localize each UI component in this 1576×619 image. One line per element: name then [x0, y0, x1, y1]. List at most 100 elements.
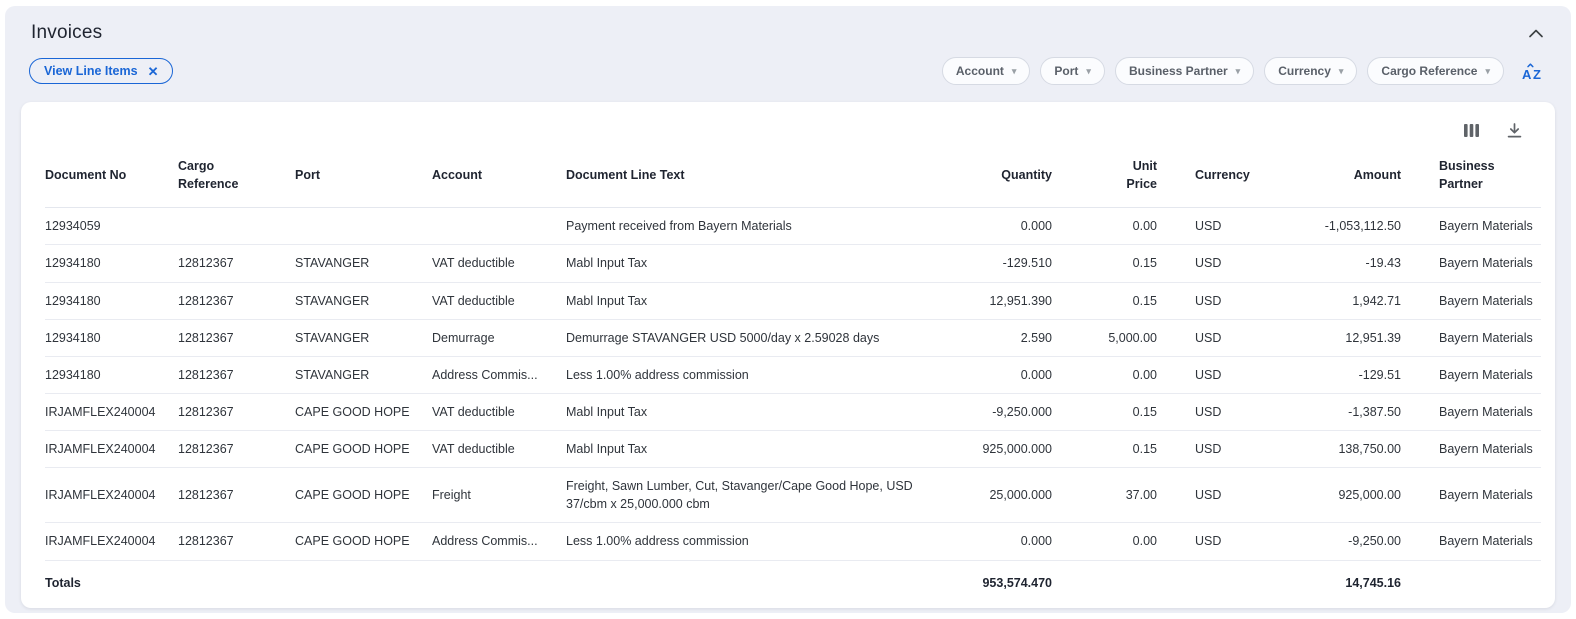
filter-port[interactable]: Port ▾	[1040, 57, 1105, 85]
cell-cargo-reference: 12812367	[178, 282, 295, 319]
cell-port: STAVANGER	[295, 319, 432, 356]
manage-columns-button[interactable]	[1461, 121, 1482, 140]
view-line-items-chip[interactable]: View Line Items ✕	[29, 58, 173, 84]
column-header-account[interactable]: Account	[432, 151, 566, 208]
cell-unit-price: 0.00	[1060, 356, 1165, 393]
filter-business-partner[interactable]: Business Partner ▾	[1115, 57, 1254, 85]
cell-port: STAVANGER	[295, 245, 432, 282]
cell-amount: -1,387.50	[1239, 393, 1409, 430]
totals-empty	[566, 560, 958, 608]
column-header-cargo-reference[interactable]: Cargo Reference	[178, 151, 295, 208]
svg-text:Z: Z	[1533, 67, 1541, 81]
table-row[interactable]: IRJAMFLEX24000412812367CAPE GOOD HOPEVAT…	[45, 431, 1541, 468]
chevron-down-icon: ▾	[1485, 67, 1490, 76]
table-row[interactable]: 1293418012812367STAVANGERVAT deductibleM…	[45, 245, 1541, 282]
cell-account: Freight	[432, 468, 566, 523]
filter-bar: View Line Items ✕ Account ▾ Port ▾ Busin…	[5, 57, 1571, 85]
cell-document-line-text: Demurrage STAVANGER USD 5000/day x 2.590…	[566, 319, 958, 356]
cell-business-partner: Bayern Materials	[1409, 468, 1541, 523]
cell-document-no: IRJAMFLEX240004	[45, 523, 178, 560]
totals-empty	[178, 560, 295, 608]
cell-port: CAPE GOOD HOPE	[295, 523, 432, 560]
cell-document-line-text: Less 1.00% address commission	[566, 356, 958, 393]
table-row[interactable]: 1293418012812367STAVANGERDemurrageDemurr…	[45, 319, 1541, 356]
cell-document-no: 12934180	[45, 245, 178, 282]
table-row[interactable]: 1293418012812367STAVANGERVAT deductibleM…	[45, 282, 1541, 319]
column-header-document-line-text[interactable]: Document Line Text	[566, 151, 958, 208]
cell-business-partner: Bayern Materials	[1409, 282, 1541, 319]
cell-port: CAPE GOOD HOPE	[295, 431, 432, 468]
cell-quantity: -9,250.000	[958, 393, 1060, 430]
filter-dropdowns: Account ▾ Port ▾ Business Partner ▾ Curr…	[942, 57, 1504, 85]
table-header-row: Document No Cargo Reference Port Account…	[45, 151, 1541, 208]
filter-label: Port	[1054, 64, 1078, 78]
cell-amount: -129.51	[1239, 356, 1409, 393]
cell-document-line-text: Mabl Input Tax	[566, 282, 958, 319]
totals-empty	[1165, 560, 1239, 608]
download-button[interactable]	[1504, 120, 1525, 141]
cell-account: VAT deductible	[432, 431, 566, 468]
filter-currency[interactable]: Currency ▾	[1264, 57, 1357, 85]
cell-document-no: IRJAMFLEX240004	[45, 468, 178, 523]
cell-quantity: 925,000.000	[958, 431, 1060, 468]
chevron-down-icon: ▾	[1236, 67, 1241, 76]
cell-account	[432, 208, 566, 245]
column-header-amount[interactable]: Amount	[1239, 151, 1409, 208]
cell-currency: USD	[1165, 393, 1239, 430]
cell-business-partner: Bayern Materials	[1409, 245, 1541, 282]
table-row[interactable]: IRJAMFLEX24000412812367CAPE GOOD HOPEAdd…	[45, 523, 1541, 560]
cell-quantity: 0.000	[958, 208, 1060, 245]
cell-currency: USD	[1165, 523, 1239, 560]
column-header-quantity[interactable]: Quantity	[958, 151, 1060, 208]
column-header-port[interactable]: Port	[295, 151, 432, 208]
cell-unit-price: 37.00	[1060, 468, 1165, 523]
download-icon	[1506, 127, 1523, 142]
totals-row: Totals 953,574.470 14,745.16	[45, 560, 1541, 608]
sort-alphabetical-button[interactable]: A Z	[1519, 60, 1547, 83]
filter-label: Cargo Reference	[1381, 64, 1477, 78]
cell-business-partner: Bayern Materials	[1409, 208, 1541, 245]
column-header-unit-price[interactable]: Unit Price	[1060, 151, 1165, 208]
svg-text:A: A	[1522, 67, 1532, 81]
sort-alphabetical-icon: A Z	[1521, 69, 1545, 84]
table-body: 12934059Payment received from Bayern Mat…	[45, 208, 1541, 560]
table-row[interactable]: IRJAMFLEX24000412812367CAPE GOOD HOPEVAT…	[45, 393, 1541, 430]
filter-cargo-reference[interactable]: Cargo Reference ▾	[1367, 57, 1504, 85]
filter-account[interactable]: Account ▾	[942, 57, 1031, 85]
chevron-down-icon: ▾	[1086, 67, 1091, 76]
cell-account: VAT deductible	[432, 393, 566, 430]
cell-document-line-text: Mabl Input Tax	[566, 431, 958, 468]
filter-label: Currency	[1278, 64, 1331, 78]
cell-quantity: 0.000	[958, 523, 1060, 560]
cell-currency: USD	[1165, 282, 1239, 319]
collapse-panel-button[interactable]	[1527, 25, 1545, 42]
cell-document-line-text: Mabl Input Tax	[566, 245, 958, 282]
cell-cargo-reference: 12812367	[178, 245, 295, 282]
cell-quantity: -129.510	[958, 245, 1060, 282]
invoices-table-card: Document No Cargo Reference Port Account…	[21, 102, 1555, 608]
table-row[interactable]: 1293418012812367STAVANGERAddress Commis.…	[45, 356, 1541, 393]
chevron-down-icon: ▾	[1339, 67, 1344, 76]
cell-unit-price: 0.15	[1060, 282, 1165, 319]
close-icon[interactable]: ✕	[148, 65, 159, 78]
chip-label: View Line Items	[44, 64, 138, 78]
table-toolbar	[45, 114, 1531, 151]
column-header-document-no[interactable]: Document No	[45, 151, 178, 208]
cell-port	[295, 208, 432, 245]
cell-quantity: 25,000.000	[958, 468, 1060, 523]
invoices-table: Document No Cargo Reference Port Account…	[45, 151, 1541, 608]
totals-amount: 14,745.16	[1239, 560, 1409, 608]
cell-business-partner: Bayern Materials	[1409, 431, 1541, 468]
totals-label: Totals	[45, 560, 178, 608]
totals-empty	[1409, 560, 1541, 608]
cell-unit-price: 0.00	[1060, 208, 1165, 245]
view-columns-icon	[1463, 126, 1480, 141]
cell-quantity: 2.590	[958, 319, 1060, 356]
cell-currency: USD	[1165, 208, 1239, 245]
column-header-currency[interactable]: Currency	[1165, 151, 1239, 208]
table-row[interactable]: 12934059Payment received from Bayern Mat…	[45, 208, 1541, 245]
table-row[interactable]: IRJAMFLEX24000412812367CAPE GOOD HOPEFre…	[45, 468, 1541, 523]
page-title: Invoices	[31, 22, 102, 44]
column-header-business-partner[interactable]: Business Partner	[1409, 151, 1541, 208]
cell-currency: USD	[1165, 245, 1239, 282]
